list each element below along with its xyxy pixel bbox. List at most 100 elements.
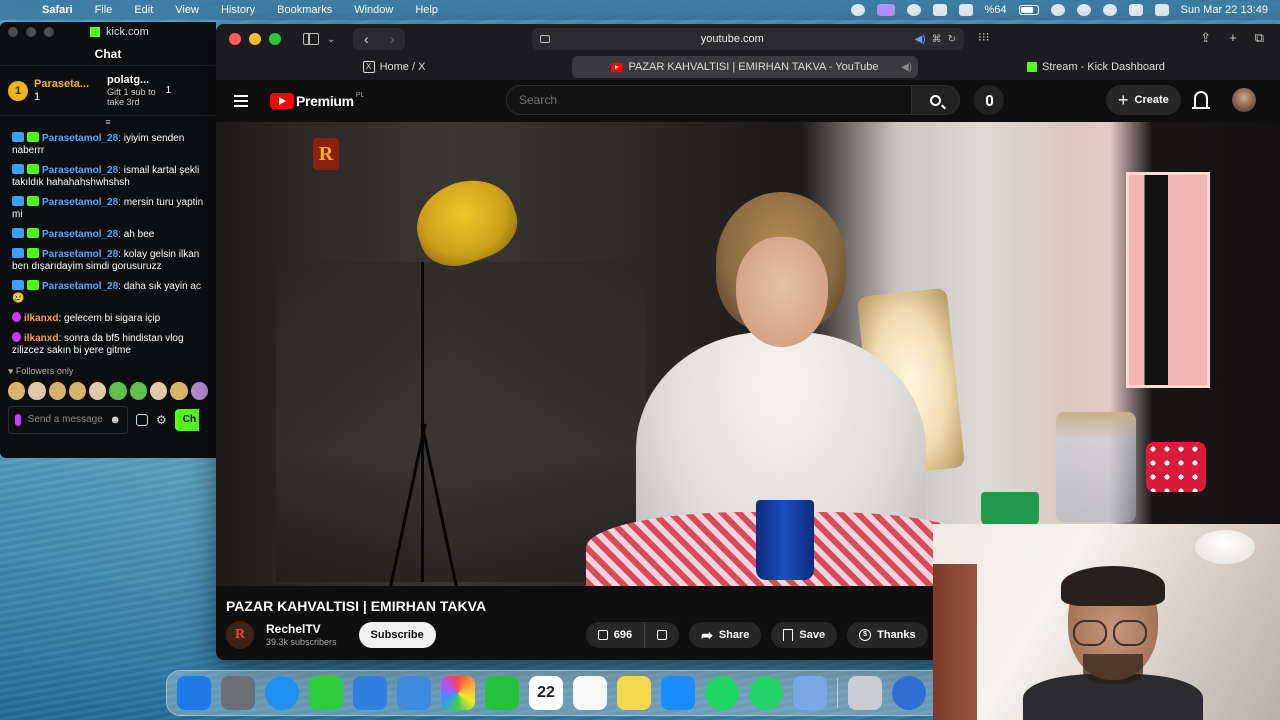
status-network-icon[interactable]: [932, 4, 947, 16]
emote-icon[interactable]: [150, 382, 168, 400]
pinned-message-icon[interactable]: ≡: [0, 116, 216, 128]
tab-audio-icon[interactable]: ◀): [901, 62, 912, 73]
search-button[interactable]: [912, 85, 960, 115]
menu-edit[interactable]: Edit: [123, 4, 164, 16]
emote-icon[interactable]: [48, 382, 66, 400]
emote-icon[interactable]: [68, 382, 87, 400]
wifi-icon[interactable]: [1050, 4, 1065, 16]
menu-window[interactable]: Window: [343, 4, 404, 16]
menu-bookmarks[interactable]: Bookmarks: [266, 4, 343, 16]
dock-notes-icon[interactable]: [617, 676, 651, 710]
user-switch-icon[interactable]: [1154, 4, 1169, 16]
leader-1-name[interactable]: Parasetа...: [34, 78, 89, 91]
emote-icon[interactable]: [109, 382, 127, 400]
gift-icon[interactable]: [136, 414, 148, 426]
dock-xcode-icon[interactable]: [397, 676, 431, 710]
chat-message-input[interactable]: Send a message ☻: [8, 406, 128, 434]
window-minimize-button[interactable]: [249, 33, 261, 45]
menu-app-safari[interactable]: Safari: [42, 4, 84, 16]
dock-spotify-icon[interactable]: [705, 676, 739, 710]
tab-youtube-active[interactable]: PAZAR KAHVALTISI | EMIRHAN TAKVA - YouTu…: [572, 56, 918, 78]
emote-icon[interactable]: [28, 382, 46, 400]
create-button[interactable]: + Create: [1106, 85, 1181, 115]
sidebar-toggle-icon[interactable]: [303, 33, 319, 45]
forward-button[interactable]: ›: [379, 28, 406, 50]
reload-icon[interactable]: ↻: [948, 34, 956, 45]
dock-safari-icon[interactable]: [265, 676, 299, 710]
chat-username[interactable]: ilkanxd: [24, 313, 58, 324]
share-icon[interactable]: ⇪: [1200, 30, 1211, 46]
emote-icon[interactable]: [89, 382, 107, 400]
share-button[interactable]: ➦ Share: [689, 622, 762, 648]
kick-zoom-button[interactable]: [44, 27, 54, 37]
kick-minimize-button[interactable]: [26, 27, 36, 37]
chat-username[interactable]: Parasetamol_28: [42, 165, 118, 176]
menu-view[interactable]: View: [164, 4, 210, 16]
dock-app-store-icon[interactable]: [661, 676, 695, 710]
page-menu-icon[interactable]: [540, 35, 550, 43]
clock[interactable]: Sun Mar 22 13:49: [1181, 4, 1268, 16]
status-globe-icon[interactable]: [850, 4, 865, 16]
kick-close-button[interactable]: [8, 27, 18, 37]
dock-mail-icon[interactable]: [353, 676, 387, 710]
video-player[interactable]: R: [216, 122, 1280, 586]
dock-launchpad-icon[interactable]: [221, 676, 255, 710]
search-input[interactable]: [506, 85, 912, 115]
chat-username[interactable]: Parasetamol_28: [42, 229, 118, 240]
status-play-icon[interactable]: [906, 4, 921, 16]
menu-help[interactable]: Help: [404, 4, 449, 16]
voice-search-button[interactable]: [974, 85, 1004, 115]
chat-username[interactable]: Parasetamol_28: [42, 249, 118, 260]
dock-calendar-icon[interactable]: 22: [529, 676, 563, 710]
battery-icon[interactable]: [1018, 5, 1039, 15]
translate-icon[interactable]: ⌘: [932, 34, 942, 45]
emote-icon[interactable]: [170, 382, 188, 400]
back-button[interactable]: ‹: [353, 28, 380, 50]
emote-icon[interactable]: [190, 382, 208, 400]
thanks-button[interactable]: $ Thanks: [847, 622, 928, 648]
new-tab-icon[interactable]: +: [1229, 30, 1237, 46]
emote-icon[interactable]: [8, 382, 26, 400]
save-button[interactable]: Save: [771, 622, 838, 648]
emoji-icon[interactable]: ☻: [109, 415, 121, 426]
dock-reminders-icon[interactable]: [573, 676, 607, 710]
dock-preview-icon[interactable]: [793, 676, 827, 710]
dock-finder-icon[interactable]: [177, 676, 211, 710]
status-display-icon[interactable]: [958, 4, 973, 16]
menu-file[interactable]: File: [84, 4, 124, 16]
spotlight-search-icon[interactable]: [1076, 4, 1091, 16]
channel-avatar[interactable]: R: [226, 621, 254, 649]
leader-2-name[interactable]: polatg...: [107, 74, 156, 87]
siri-icon[interactable]: [1102, 4, 1117, 16]
dock-whatsapp-icon[interactable]: [749, 676, 783, 710]
dock-photos-icon[interactable]: [441, 676, 475, 710]
tab-kick-dashboard[interactable]: Stream - Kick Dashboard: [918, 56, 1274, 78]
status-recording-icon[interactable]: [876, 4, 895, 16]
audio-playing-icon[interactable]: ◀): [915, 34, 926, 45]
url-text[interactable]: youtube.com: [550, 33, 915, 45]
address-bar[interactable]: youtube.com ◀) ⌘ ↻: [532, 28, 964, 50]
notifications-bell-icon[interactable]: [1192, 91, 1210, 109]
chat-username[interactable]: Parasetamol_28: [42, 133, 118, 144]
chevron-down-icon[interactable]: ⌄: [327, 34, 335, 45]
tab-overview-icon[interactable]: ⧉: [1255, 30, 1264, 46]
chat-send-button[interactable]: Ch: [174, 409, 199, 431]
settings-gear-icon[interactable]: ⚙: [156, 413, 167, 427]
like-button[interactable]: 696: [586, 622, 646, 648]
chat-username[interactable]: Parasetamol_28: [42, 197, 118, 208]
dock-trash-icon[interactable]: [848, 676, 882, 710]
control-center-icon[interactable]: [1128, 4, 1143, 16]
account-avatar[interactable]: [1232, 88, 1256, 112]
dislike-button[interactable]: [645, 622, 679, 648]
extensions-grid-icon[interactable]: ⁝⁝⁝: [978, 30, 1000, 48]
subscribe-button[interactable]: Subscribe: [358, 622, 436, 648]
youtube-logo[interactable]: Premium PL: [270, 92, 364, 109]
chat-username[interactable]: ilkanxd: [24, 333, 58, 344]
menu-history[interactable]: History: [210, 4, 266, 16]
tab-x-home[interactable]: X Home / X: [216, 56, 572, 78]
emote-icon[interactable]: [129, 382, 148, 400]
dock-messages-icon[interactable]: [309, 676, 343, 710]
dock-facetime-icon[interactable]: [485, 676, 519, 710]
channel-name[interactable]: RechelTV: [266, 622, 337, 636]
window-close-button[interactable]: [229, 33, 241, 45]
